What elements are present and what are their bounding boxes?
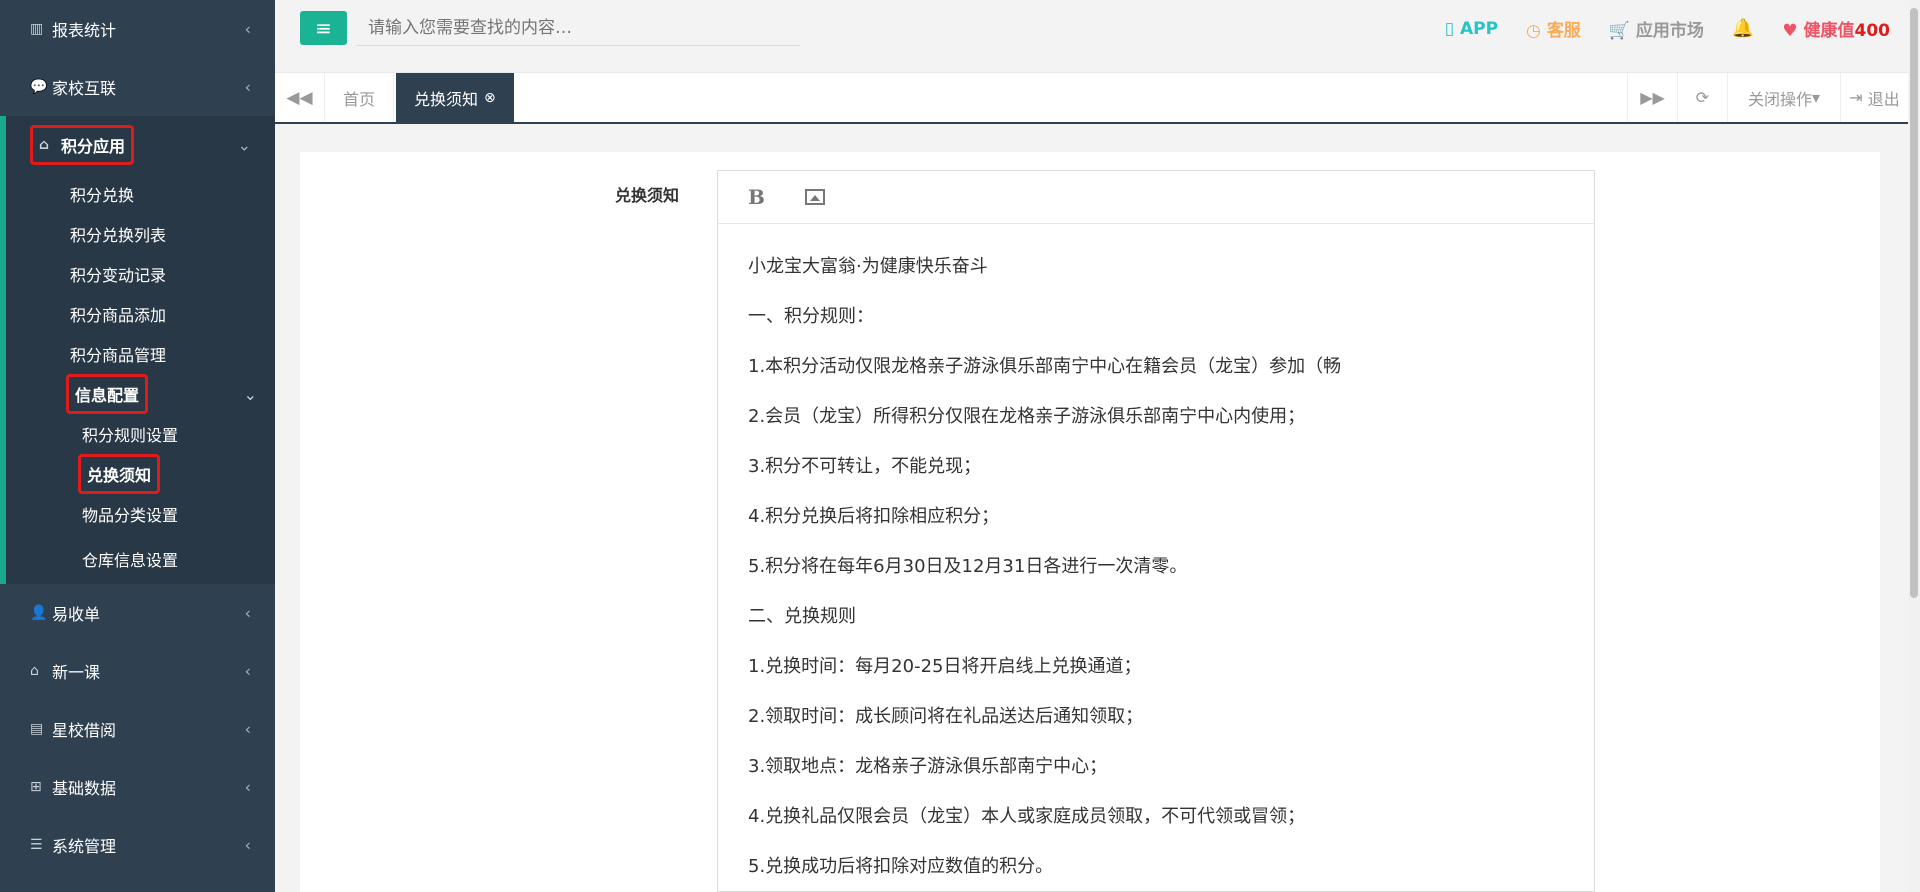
- close-ops-dropdown[interactable]: 关闭操作 ▾: [1727, 73, 1840, 122]
- book-icon: ▤: [30, 721, 44, 737]
- editor-line: 2.领取时间：成长顾问将在礼品送达后通知领取；: [748, 706, 1144, 727]
- chevron-left-icon: ‹: [244, 603, 251, 623]
- tab-redeem-notice[interactable]: 兑换须知 ⊗: [396, 73, 514, 122]
- clock-icon: ◷: [1526, 21, 1541, 41]
- search-input[interactable]: [356, 10, 800, 46]
- editor-line: 1.本积分活动仅限龙格亲子游泳俱乐部南宁中心在籍会员（龙宝）参加（畅: [748, 356, 1342, 377]
- sidebar-item-points-app[interactable]: ⌂ 积分应用 ⌄: [6, 116, 275, 174]
- sidebar: ▥ 报表统计 ‹ 💬 家校互联 ‹ ⌂ 积分应用 ⌄ 积分兑换 积分兑换列表 积…: [0, 0, 275, 892]
- editor-line: 一、积分规则：: [748, 306, 874, 327]
- editor-toolbar: B: [718, 171, 1594, 224]
- sidebar-item-new-class[interactable]: ⌂ 新一课 ‹: [0, 642, 275, 700]
- chevron-left-icon: ‹: [244, 661, 251, 681]
- tabs-bar: ◀◀ 首页 兑换须知 ⊗ ▶▶ ⟳ 关闭操作 ▾ ⇥ 退出: [275, 73, 1920, 124]
- image-icon[interactable]: [804, 189, 825, 205]
- highlight-box: 兑换须知: [78, 454, 161, 494]
- page-scrollbar[interactable]: [1908, 0, 1920, 892]
- editor-body[interactable]: 小龙宝大富翁·为健康快乐奋斗 一、积分规则： 1.本积分活动仅限龙格亲子游泳俱乐…: [718, 224, 1594, 892]
- user-add-icon: 👤: [30, 605, 48, 621]
- sidebar-item-reports[interactable]: ▥ 报表统计 ‹: [0, 0, 275, 58]
- forward-icon: ▶▶: [1640, 88, 1665, 107]
- hamburger-icon: ≡: [315, 16, 332, 40]
- sidebar-item-library[interactable]: ▤ 星校借阅 ‹: [0, 700, 275, 758]
- app-market-link[interactable]: 🛒 应用市场: [1609, 16, 1704, 41]
- tabs-scroll-left-button[interactable]: ◀◀: [275, 73, 325, 122]
- tabs-scroll-right-button[interactable]: ▶▶: [1627, 73, 1677, 122]
- editor-line: 3.领取地点：龙格亲子游泳俱乐部南宁中心；: [748, 756, 1108, 777]
- sidebar-subitem[interactable]: 积分兑换列表: [6, 214, 275, 254]
- content-panel: 兑换须知 B 小龙宝大富翁·为健康快乐奋斗 一、积分规则： 1.本积分活动仅限龙…: [300, 152, 1880, 892]
- sidebar-item-system[interactable]: ☰ 系统管理 ‹: [0, 816, 275, 874]
- sidebar-item-easy-receipt[interactable]: 👤 易收单 ‹: [0, 584, 275, 642]
- sidebar-subitem[interactable]: 积分商品管理: [6, 334, 275, 374]
- chevron-down-icon: ⌄: [237, 135, 251, 155]
- heartbeat-icon: ♥: [1782, 21, 1798, 41]
- list-icon: ☰: [30, 837, 43, 853]
- sidebar-subsubitem-selected[interactable]: 兑换须知: [6, 454, 275, 494]
- close-circle-icon[interactable]: ⊗: [484, 90, 496, 106]
- logout-button[interactable]: ⇥ 退出: [1840, 73, 1908, 122]
- mobile-icon: ▯: [1444, 18, 1455, 39]
- inbox-icon: ⌂: [39, 137, 50, 153]
- editor-line: 4.积分兑换后将扣除相应积分；: [748, 506, 1000, 527]
- sidebar-subsubitem[interactable]: 仓库信息设置: [6, 534, 275, 584]
- sidebar-subitem-info-config[interactable]: 信息配置 ⌄: [6, 374, 275, 414]
- bar-chart-icon: ▥: [30, 21, 44, 37]
- top-bar: ≡ ▯ APP ◷ 客服 🛒 应用市场 🔔 ♥ 健康值400: [275, 0, 1920, 73]
- sidebar-item-label: 家校互联: [52, 79, 117, 98]
- refresh-icon: ⟳: [1695, 88, 1710, 107]
- scrollbar-thumb[interactable]: [1910, 8, 1918, 598]
- bell-icon[interactable]: 🔔: [1732, 18, 1754, 39]
- chevron-down-icon: ⌄: [243, 384, 257, 404]
- sitemap-icon: ⊞: [30, 779, 42, 795]
- backward-icon: ◀◀: [286, 87, 313, 108]
- tab-home[interactable]: 首页: [325, 73, 395, 122]
- refresh-button[interactable]: ⟳: [1677, 73, 1727, 122]
- field-label: 兑换须知: [615, 186, 680, 205]
- inbox-icon: ⌂: [30, 663, 39, 679]
- editor-line: 4.兑换礼品仅限会员（龙宝）本人或家庭成员领取，不可代领或冒领；: [748, 806, 1306, 827]
- sidebar-item-label: 易收单: [52, 605, 101, 624]
- sidebar-item-label: 报表统计: [52, 21, 117, 40]
- sidebar-item-base-data[interactable]: ⊞ 基础数据 ‹: [0, 758, 275, 816]
- sidebar-item-label: 系统管理: [52, 837, 117, 856]
- editor-line: 2.会员（龙宝）所得积分仅限在龙格亲子游泳俱乐部南宁中心内使用；: [748, 406, 1306, 427]
- app-link[interactable]: ▯ APP: [1445, 19, 1498, 39]
- top-right-links: ▯ APP ◷ 客服 🛒 应用市场 🔔 ♥ 健康值400: [1445, 16, 1890, 41]
- chevron-left-icon: ‹: [244, 719, 251, 739]
- editor-line: 1.兑换时间：每月20-25日将开启线上兑换通道；: [748, 656, 1142, 677]
- customer-service-link[interactable]: ◷ 客服: [1526, 16, 1581, 41]
- health-value-link[interactable]: ♥ 健康值400: [1782, 16, 1890, 41]
- sidebar-subsubitem[interactable]: 物品分类设置: [6, 494, 275, 534]
- bold-icon[interactable]: B: [748, 185, 765, 209]
- chevron-left-icon: ‹: [244, 19, 251, 39]
- editor-line: 5.积分将在每年6月30日及12月31日各进行一次清零。: [748, 556, 1188, 577]
- caret-down-icon: ▾: [1811, 88, 1821, 107]
- sidebar-item-label: 基础数据: [52, 779, 117, 798]
- sidebar-active-group: ⌂ 积分应用 ⌄ 积分兑换 积分兑换列表 积分变动记录 积分商品添加 积分商品管…: [0, 116, 275, 584]
- editor-line: 3.积分不可转让，不能兑现；: [748, 456, 982, 477]
- editor-line: 小龙宝大富翁·为健康快乐奋斗: [748, 256, 988, 277]
- cart-icon: 🛒: [1608, 21, 1630, 41]
- sidebar-subsubitem[interactable]: 积分规则设置: [6, 414, 275, 454]
- sidebar-subitem[interactable]: 积分兑换: [6, 174, 275, 214]
- editor-line: 5.兑换成功后将扣除对应数值的积分。: [748, 856, 1054, 877]
- menu-toggle-button[interactable]: ≡: [300, 11, 347, 45]
- chevron-left-icon: ‹: [244, 77, 251, 97]
- editor-line: 二、兑换规则: [748, 606, 856, 627]
- highlight-box: ⌂ 积分应用: [30, 125, 135, 165]
- sidebar-item-label: 新一课: [52, 663, 101, 682]
- chevron-left-icon: ‹: [244, 835, 251, 855]
- chat-icon: 💬: [30, 79, 48, 95]
- sidebar-subitem[interactable]: 积分变动记录: [6, 254, 275, 294]
- sidebar-item-label: 积分应用: [61, 137, 126, 156]
- sidebar-item-label: 星校借阅: [52, 721, 117, 740]
- sidebar-item-home-school[interactable]: 💬 家校互联 ‹: [0, 58, 275, 116]
- highlight-box: 信息配置: [66, 374, 149, 414]
- rich-text-editor[interactable]: B 小龙宝大富翁·为健康快乐奋斗 一、积分规则： 1.本积分活动仅限龙格亲子游泳…: [717, 170, 1595, 892]
- sidebar-subitem[interactable]: 积分商品添加: [6, 294, 275, 334]
- chevron-left-icon: ‹: [244, 777, 251, 797]
- signout-icon: ⇥: [1849, 88, 1863, 107]
